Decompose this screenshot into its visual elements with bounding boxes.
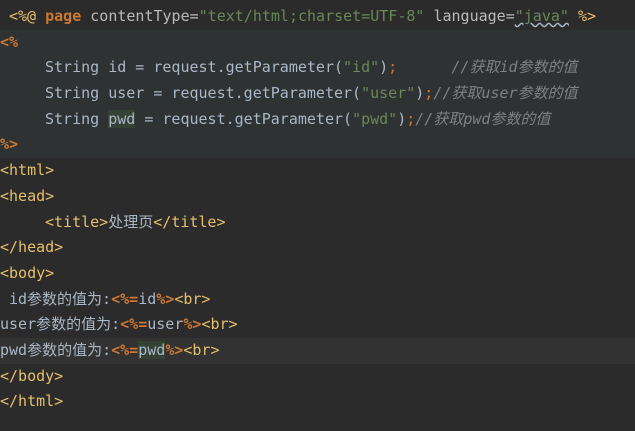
- code-line-body-open[interactable]: <body>: [0, 261, 635, 287]
- code-line-page-directive[interactable]: <%@ page contentType="text/html;charset=…: [0, 4, 635, 30]
- code-line-output-pwd[interactable]: pwd参数的值为:<%=pwd%><br>: [0, 337, 635, 364]
- close-paren: ): [415, 84, 425, 103]
- tag-head-close: </head>: [0, 238, 64, 257]
- close-paren: ): [397, 109, 407, 128]
- tag-br: <br>: [201, 315, 238, 334]
- expr-open: <%=: [111, 289, 139, 308]
- tag-body-close: </body>: [0, 366, 64, 385]
- directive-keyword: page: [45, 7, 82, 25]
- expr-open: <%=: [120, 315, 148, 334]
- code-line-body-close[interactable]: </body>: [0, 364, 635, 390]
- close-paren: ): [379, 58, 389, 77]
- semicolon: ;: [424, 84, 434, 103]
- decl-user: String user = request.getParameter(: [45, 84, 362, 103]
- tag-title-open: <title>: [45, 212, 109, 231]
- tag-head-open: <head>: [0, 186, 55, 205]
- code-line-head-close[interactable]: </head>: [0, 235, 635, 261]
- directive-close: %>: [577, 7, 597, 25]
- label-id: id参数的值为:: [9, 289, 112, 308]
- expr-close: %>: [156, 289, 175, 308]
- attr-language: language=: [433, 7, 515, 25]
- code-line-output-user[interactable]: user参数的值为:<%=user%><br>: [0, 312, 635, 338]
- decl-id: String id = request.getParameter(: [45, 58, 344, 77]
- arg-id: "id": [343, 58, 380, 77]
- label-user: user参数的值为:: [0, 315, 121, 334]
- decl-rest: = request.getParameter(: [135, 109, 353, 128]
- code-line-get-id[interactable]: String id = request.getParameter("id"); …: [0, 55, 635, 82]
- title-text: 处理页: [108, 212, 154, 231]
- code-line-output-id[interactable]: id参数的值为:<%=id%><br>: [0, 287, 635, 313]
- expr-user: user: [147, 315, 184, 334]
- comment-user: //获取user参数的值: [433, 84, 578, 103]
- attr-content-type: contentType=: [90, 7, 199, 25]
- code-line-get-user[interactable]: String user = request.getParameter("user…: [0, 81, 635, 107]
- tag-br: <br>: [183, 340, 220, 359]
- attr-content-type-value: "text/html;charset=UTF-8": [198, 7, 425, 25]
- code-line-scriptlet-open[interactable]: <%: [0, 29, 635, 56]
- expr-id: id: [138, 289, 157, 308]
- code-editor[interactable]: <%@ page contentType="text/html;charset=…: [0, 4, 635, 415]
- label-pwd: pwd参数的值为:: [0, 340, 112, 359]
- scriptlet-open: <%: [0, 32, 19, 51]
- tag-br: <br>: [174, 289, 211, 308]
- code-line-scriptlet-close[interactable]: %>: [0, 132, 635, 159]
- tag-body-open: <body>: [0, 263, 55, 282]
- arg-pwd: "pwd": [352, 109, 398, 128]
- expr-pwd: pwd: [138, 340, 166, 359]
- code-line-head-open[interactable]: <head>: [0, 184, 635, 210]
- var-pwd: pwd: [108, 109, 136, 128]
- comment-pwd: //获取pwd参数的值: [415, 109, 551, 128]
- code-line-get-pwd[interactable]: String pwd = request.getParameter("pwd")…: [0, 106, 635, 133]
- code-line-title[interactable]: <title>处理页</title>: [0, 210, 635, 236]
- attr-language-value: "java": [514, 7, 569, 25]
- expr-open: <%=: [111, 340, 139, 359]
- tag-html-open: <html>: [0, 161, 55, 180]
- expr-close: %>: [165, 340, 184, 359]
- semicolon: ;: [406, 109, 416, 128]
- tag-html-close: </html>: [0, 392, 64, 411]
- expr-close: %>: [183, 315, 202, 334]
- arg-user: "user": [361, 84, 416, 103]
- tag-title-close: </title>: [153, 212, 226, 231]
- scriptlet-close: %>: [0, 135, 19, 154]
- comment-id: //获取id参数的值: [451, 58, 578, 77]
- semicolon: ;: [388, 58, 398, 77]
- decl-type: String: [45, 109, 109, 128]
- directive-open: <%@: [9, 7, 37, 25]
- code-line-html-open[interactable]: <html>: [0, 158, 635, 184]
- code-line-html-close[interactable]: </html>: [0, 389, 635, 415]
